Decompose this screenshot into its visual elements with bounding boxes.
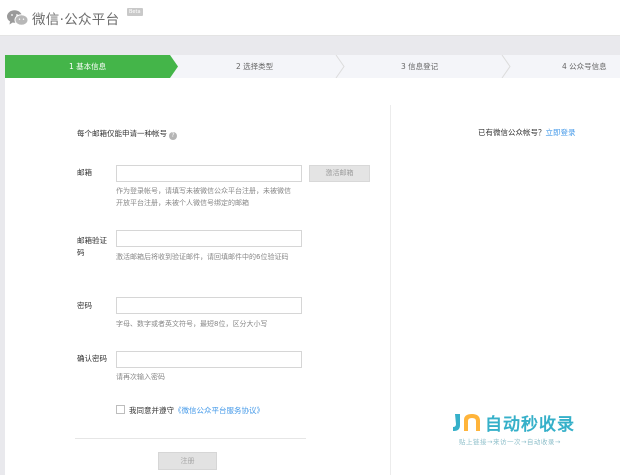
register-button[interactable]: 注册 [158,452,217,470]
activate-email-button[interactable]: 激活邮箱 [309,165,370,182]
email-hint: 作为登录帐号，请填写未被微信公众平台注册，未被微信开放平台注册，未被个人微信号绑… [116,187,291,207]
step-4-label: 4 公众号信息 [562,62,607,71]
email-field[interactable] [116,165,302,182]
password-field[interactable] [116,297,302,314]
agreement-text: 我同意并遵守 [129,406,174,415]
form-notice-text: 每个邮箱仅能申请一种帐号 [77,129,167,138]
column-divider [390,105,391,475]
beta-badge: Beta [127,8,143,16]
form-notice: 每个邮箱仅能申请一种帐号? [77,128,177,140]
email-label: 邮箱 [77,168,92,177]
watermark-title: 自动秒收录 [485,415,575,435]
password-label: 密码 [77,301,92,310]
step-1-label: 1 基本信息 [69,62,107,71]
verify-code-field[interactable] [116,230,302,247]
agreement-row: 我同意并遵守《微信公众平台服务协议》 [116,405,264,416]
login-link[interactable]: 立即登录 [546,128,576,137]
step-progress: 1 基本信息 2 选择类型 3 信息登记 4 公众号信息 [5,55,620,78]
app-title[interactable]: 微信·公众平台 [32,8,119,28]
watermark: 自动秒收录 贴上链接→来访一次→自动收录→ [445,406,620,451]
watermark-subtitle: 贴上链接→来访一次→自动收录→ [459,438,561,446]
agreement-checkbox[interactable] [116,405,125,414]
login-prompt: 已有微信公众帐号？立即登录 [478,127,576,138]
confirm-password-field[interactable] [116,351,302,368]
confirm-password-hint: 请再次输入密码 [116,373,165,381]
verify-code-hint: 激活邮箱后将收到验证邮件，请回填邮件中的6位验证码 [116,253,289,261]
step-3-label: 3 信息登记 [401,62,439,71]
login-question: 已有微信公众帐号？ [478,128,546,137]
verify-code-label: 邮箱验证码 [77,236,107,257]
question-icon[interactable]: ? [169,132,177,140]
wechat-logo-icon[interactable] [6,9,29,27]
form-divider [75,438,306,439]
top-bar: 微信·公众平台 Beta [0,0,620,36]
service-agreement-link[interactable]: 《微信公众平台服务协议》 [174,406,264,415]
password-hint: 字母、数字或者英文符号，最短8位，区分大小写 [116,320,268,328]
step-2-label: 2 选择类型 [236,62,274,71]
confirm-password-label: 确认密码 [77,354,107,363]
